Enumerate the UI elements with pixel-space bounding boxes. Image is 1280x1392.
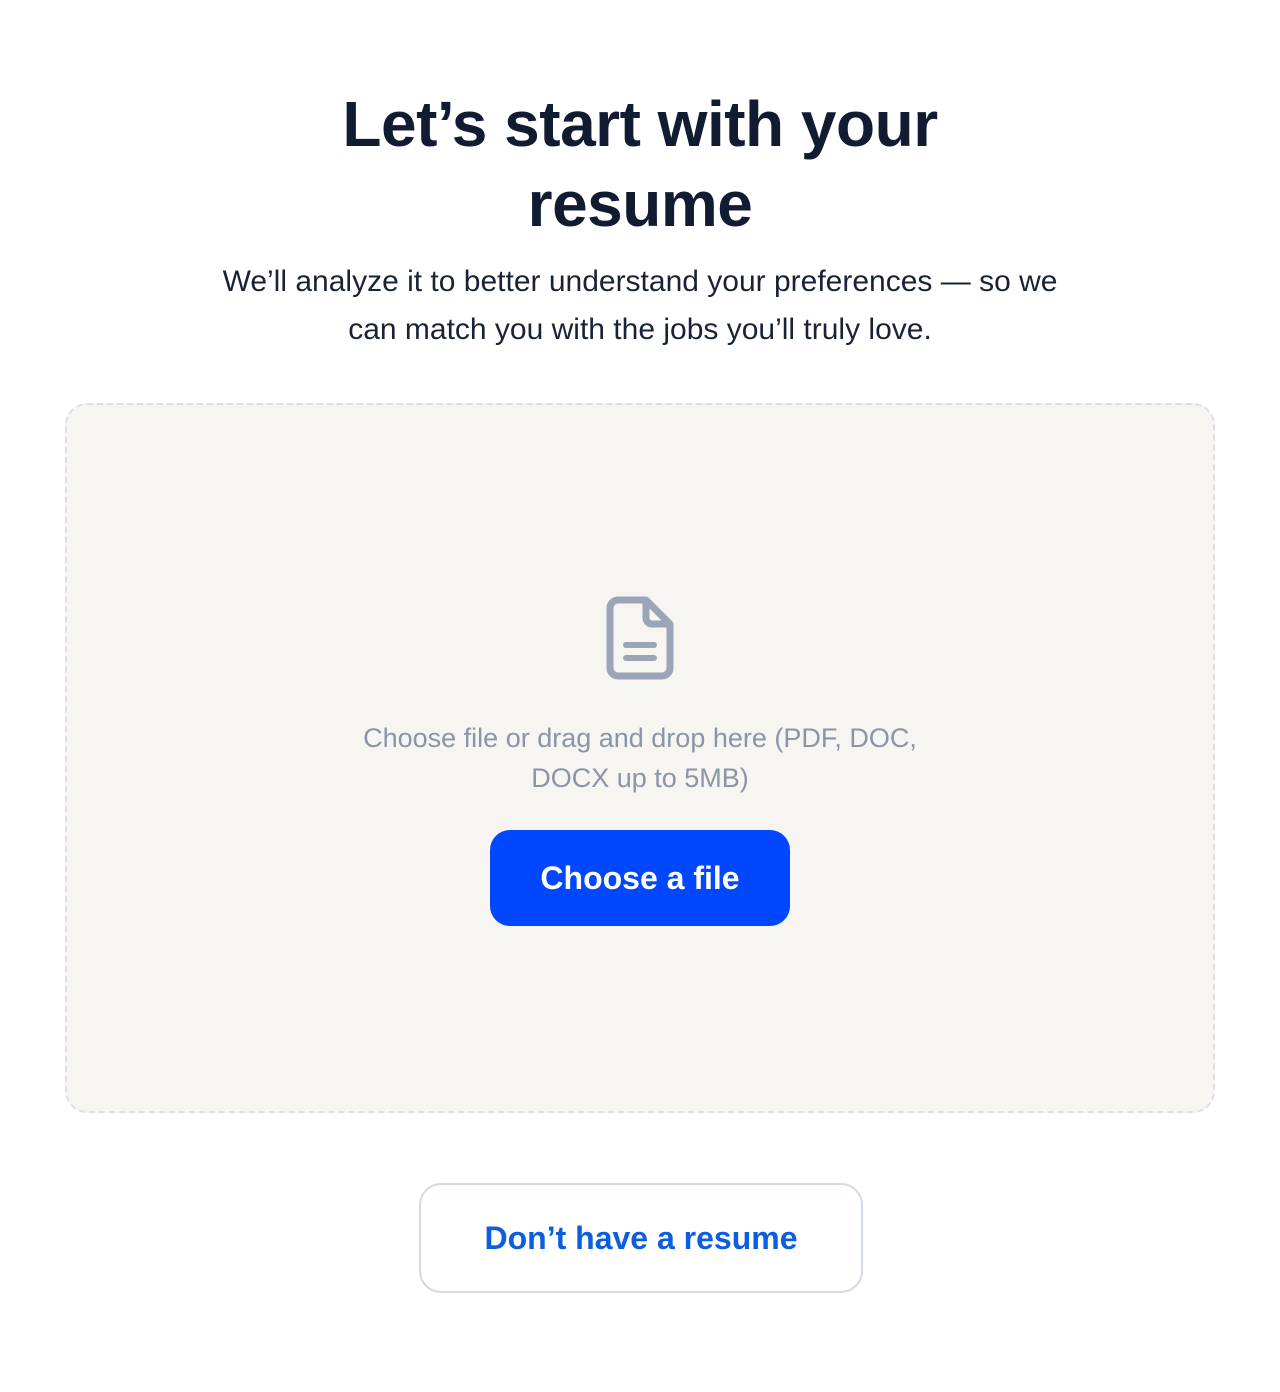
resume-upload-page: Let’s start with your resume We’ll analy… [0, 0, 1280, 1392]
document-icon [606, 596, 674, 680]
no-resume-button[interactable]: Don’t have a resume [419, 1183, 863, 1293]
page-subtitle: We’ll analyze it to better understand yo… [222, 265, 1058, 346]
choose-file-button[interactable]: Choose a file [490, 830, 790, 926]
page-title: Let’s start with your resume [342, 88, 938, 240]
upload-hint: Choose file or drag and drop here (PDF, … [363, 723, 917, 793]
